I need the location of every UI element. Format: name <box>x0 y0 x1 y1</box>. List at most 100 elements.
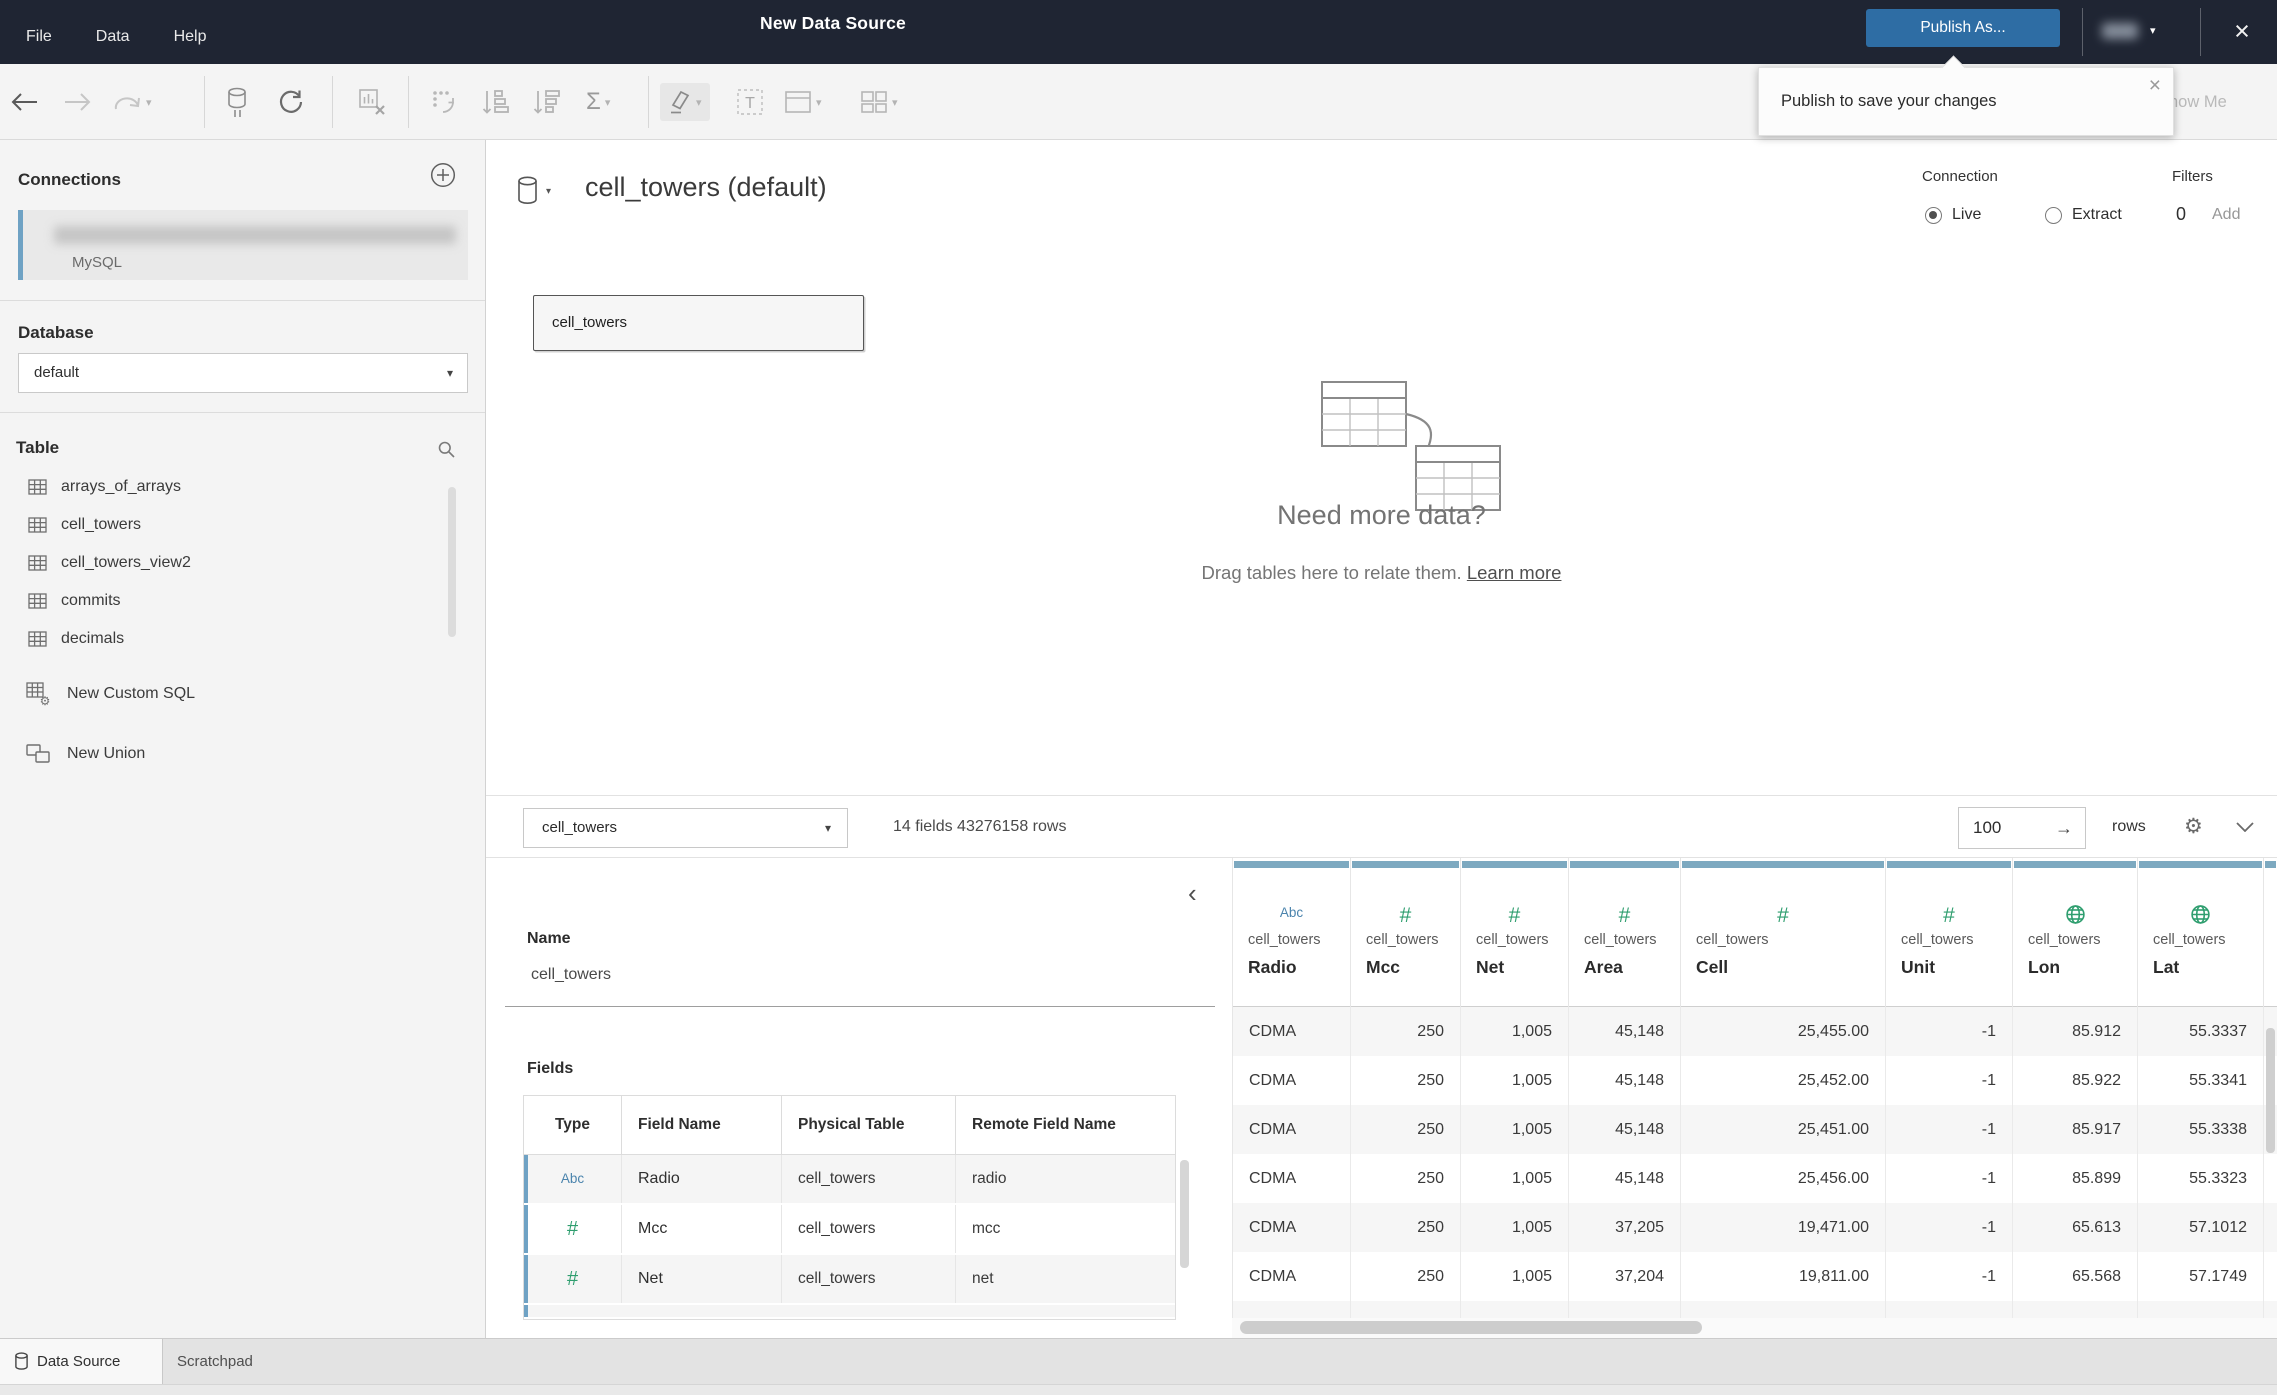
tab-scratchpad[interactable]: Scratchpad <box>163 1339 279 1384</box>
fields-rows-summary: 14 fields 43276158 rows <box>893 818 1067 835</box>
table-list-item[interactable]: commits <box>0 582 460 620</box>
fields-table-scrollbar[interactable] <box>1180 1160 1189 1268</box>
grid-row[interactable]: CDMA 250 1,005 45,148 25,452.00 -1 85.922 55.33… <box>1233 1056 2277 1105</box>
table-label: decimals <box>61 630 125 647</box>
connection-section-label: Connection <box>1922 168 1998 185</box>
grid-cell: 57.1773 <box>2138 1301 2264 1318</box>
grid-cell: 250 <box>1351 1252 1461 1301</box>
gear-icon[interactable]: ⚙ <box>2184 796 2203 858</box>
table-list-item[interactable]: cell_towers <box>0 506 460 544</box>
type-number-icon: # <box>1777 904 1789 927</box>
add-connection-button[interactable] <box>430 162 456 188</box>
type-number-icon: # <box>566 1268 579 1290</box>
fit-view-button[interactable]: ▾ <box>784 64 822 140</box>
sort-ascending-button[interactable] <box>482 64 509 140</box>
connection-item[interactable]: MySQL <box>18 210 468 280</box>
new-custom-sql-button[interactable]: ⚙ New Custom SQL <box>26 682 195 706</box>
table-list-item[interactable]: cell_towers_view2 <box>0 544 460 582</box>
fields-table-row[interactable]: # Mcc cell_towers mcc <box>524 1205 1175 1255</box>
group-fields-button[interactable] <box>430 64 458 140</box>
live-radio[interactable] <box>1925 207 1942 224</box>
grid-column-header[interactable]: # cell_towers Unit <box>1886 858 2013 1007</box>
grid-column-header[interactable]: Abc cell_towers Radio <box>1233 858 1351 1007</box>
grid-row[interactable]: CDMA 250 1,005 45,148 25,456.00 -1 85.899 55.33… <box>1233 1154 2277 1203</box>
new-union-button[interactable]: New Union <box>26 744 145 764</box>
highlight-button[interactable]: ▾ <box>660 64 710 140</box>
chevron-down-icon[interactable]: ▾ <box>546 186 551 197</box>
grid-cell: 1,005 <box>1461 1105 1569 1154</box>
publish-as-button[interactable]: Publish As... <box>1866 9 2060 47</box>
chevron-down-icon: ▾ <box>696 96 702 109</box>
canvas-table-label: cell_towers <box>552 314 628 331</box>
grid-vertical-scrollbar[interactable] <box>2266 1028 2275 1153</box>
sort-descending-button[interactable] <box>533 64 560 140</box>
grid-row[interactable]: CDMA 250 1,005 45,148 25,451.00 -1 85.917 55.33… <box>1233 1105 2277 1154</box>
preview-table-select[interactable]: cell_towers ▾ <box>523 808 848 848</box>
table-list-item[interactable]: arrays_of_arrays <box>0 468 460 506</box>
grid-column-header[interactable]: cell_towers Lat <box>2138 858 2264 1007</box>
grid-row[interactable]: CDMA 250 1,005 37,204 19,811.00 -1 65.568 57.17… <box>1233 1252 2277 1301</box>
collapse-metadata-icon[interactable]: ‹ <box>1188 880 1197 906</box>
fields-table-row[interactable]: Abc Radio cell_towers radio <box>524 1155 1175 1205</box>
column-table-name: cell_towers <box>1696 932 1769 948</box>
close-window-button[interactable]: × <box>2218 0 2266 64</box>
row-count-input[interactable] <box>1971 812 2045 844</box>
redo-button[interactable] <box>64 64 92 140</box>
menu-data[interactable]: Data <box>96 28 130 46</box>
text-tool-button[interactable]: T <box>736 64 764 140</box>
fields-table-row[interactable]: # Net cell_towers net <box>524 1255 1175 1305</box>
table-grid-icon <box>28 479 47 495</box>
table-list-scrollbar[interactable] <box>448 487 456 637</box>
show-cards-button[interactable]: ▾ <box>860 64 898 140</box>
new-datasource-button[interactable] <box>226 64 250 140</box>
grid-cell: 85.912 <box>2013 1007 2138 1056</box>
table-label: cell_towers_view2 <box>61 554 191 571</box>
search-icon[interactable] <box>437 440 456 459</box>
grid-horizontal-scrollbar-thumb[interactable] <box>1240 1321 1702 1334</box>
tooltip-close-icon[interactable]: × <box>2149 74 2161 98</box>
grid-cell: 25,451.00 <box>1681 1105 1886 1154</box>
database-select[interactable]: default ▾ <box>18 353 468 393</box>
extract-radio[interactable] <box>2045 207 2062 224</box>
grid-cell: 19,863.00 <box>1681 1301 1886 1318</box>
grid-cell: CDMA <box>1233 1252 1351 1301</box>
canvas-table-node[interactable]: cell_towers <box>533 295 864 351</box>
titlebar: File Data Help New Data Source Publish As.… <box>0 0 2277 64</box>
grid-column-header[interactable]: # cell_towers Area <box>1569 858 1681 1007</box>
grid-column-header[interactable]: # cell_towers Net <box>1461 858 1569 1007</box>
column-table-name: cell_towers <box>2153 932 2226 948</box>
tab-data-source[interactable]: Data Source <box>0 1339 163 1384</box>
apply-row-count-icon[interactable]: → <box>2055 808 2073 848</box>
grid-cell: -1 <box>1886 1105 2013 1154</box>
undo-button[interactable] <box>10 64 38 140</box>
type-number-icon: # <box>1399 904 1412 927</box>
replay-button[interactable]: ▾ <box>112 64 152 140</box>
union-icon <box>26 744 50 763</box>
grid-cell: 55.3337 <box>2138 1007 2264 1056</box>
name-value[interactable]: cell_towers <box>531 966 611 984</box>
status-bar <box>0 1384 2277 1395</box>
learn-more-link[interactable]: Learn more <box>1467 562 1562 583</box>
user-menu[interactable]: ▾ <box>2098 18 2174 46</box>
grid-row[interactable]: CDMA 250 1,005 45,148 25,455.00 -1 85.912 55.33… <box>1233 1007 2277 1056</box>
preview-table-select-value: cell_towers <box>542 819 618 836</box>
datasource-icon <box>15 1352 28 1370</box>
table-list-item[interactable]: decimals <box>0 620 460 658</box>
refresh-datasource-button[interactable] <box>277 64 305 140</box>
menu-help[interactable]: Help <box>174 28 207 46</box>
grid-column-header[interactable]: # cell_towers Mcc <box>1351 858 1461 1007</box>
grid-cell: 85.917 <box>2013 1105 2138 1154</box>
grid-column-header[interactable]: cell_towers Lon <box>2013 858 2138 1007</box>
clear-sorts-button[interactable] <box>358 64 386 140</box>
menu-file[interactable]: File <box>26 28 52 46</box>
grid-row[interactable]: CDMA2501,00537,20419,863.00-165.56557.17… <box>1233 1301 2277 1318</box>
grid-column-header[interactable]: # cell_towers Cell <box>1681 858 1886 1007</box>
filters-add-button[interactable]: Add <box>2212 206 2240 224</box>
new-union-label: New Union <box>67 745 146 762</box>
grid-cell: 45,148 <box>1569 1007 1681 1056</box>
chevron-down-icon[interactable] <box>2236 822 2254 832</box>
sigma-icon: Σ <box>586 88 601 115</box>
grid-cell: 250 <box>1351 1056 1461 1105</box>
grid-row[interactable]: CDMA 250 1,005 37,205 19,471.00 -1 65.613 57.10… <box>1233 1203 2277 1252</box>
totals-button[interactable]: Σ ▾ <box>586 64 610 140</box>
